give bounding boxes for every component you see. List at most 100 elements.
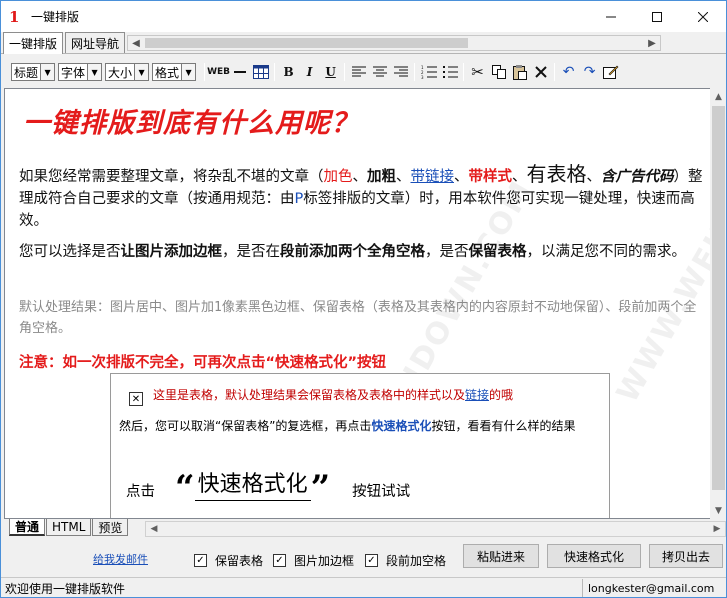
chevron-down-icon: ▼ bbox=[87, 64, 102, 80]
paste-button[interactable] bbox=[509, 62, 530, 82]
text: 、 bbox=[586, 169, 602, 185]
heading-select-value: 标题 bbox=[14, 65, 39, 80]
align-center-button[interactable] bbox=[369, 62, 390, 82]
status-message: 欢迎使用一键排版软件 bbox=[5, 581, 126, 596]
note-text: 注意：如一次排版不完全，可再次点击“快速格式化”按钮 bbox=[19, 355, 387, 371]
text: 点击 bbox=[126, 484, 155, 500]
editor-vscrollbar[interactable]: ▲ ▼ bbox=[710, 88, 726, 519]
bold-text: 让图片添加边框 bbox=[120, 244, 223, 260]
scroll-right-icon[interactable]: ▶ bbox=[709, 522, 725, 536]
tab-normal[interactable]: 普通 bbox=[9, 519, 46, 536]
toolbar-divider bbox=[204, 63, 206, 81]
paragraph-defaults: 默认处理结果：图片居中、图片加1像素黑色边框、保留表格（表格及其表格内的内容原封… bbox=[19, 300, 697, 336]
tab-one-click-format[interactable]: 一键排版 bbox=[3, 32, 64, 54]
text: 这里是表格，默认处理结果会保留表格及表格中的样式以及 bbox=[153, 388, 466, 402]
ordered-list-icon: 123 bbox=[421, 65, 437, 79]
editor-scroll-thumb[interactable] bbox=[712, 106, 725, 490]
insert-web-button[interactable]: WEB bbox=[207, 62, 231, 82]
web-icon: WEB bbox=[207, 67, 231, 77]
table-link[interactable]: 链接 bbox=[465, 388, 489, 402]
font-select[interactable]: 字体 ▼ bbox=[58, 63, 103, 81]
unordered-list-button[interactable] bbox=[439, 62, 460, 82]
copy-icon bbox=[491, 65, 506, 79]
scroll-right-icon[interactable]: ▶ bbox=[644, 38, 660, 49]
sample-table: ✕ 这里是表格，默认处理结果会保留表格及表格中的样式以及链接的哦 然后，您可以取… bbox=[110, 373, 610, 518]
italic-text: 含广告代码 bbox=[601, 168, 674, 185]
ordered-list-button[interactable]: 123 bbox=[418, 62, 439, 82]
unordered-list-icon bbox=[442, 66, 458, 78]
tab-url-nav[interactable]: 网址导航 bbox=[65, 32, 126, 53]
text: 、 bbox=[352, 169, 368, 185]
top-tab-bar: 一键排版 网址导航 ◀ ▶ bbox=[1, 32, 726, 54]
image-border-checkbox[interactable]: ✓ 图片加边框 bbox=[273, 552, 354, 569]
italic-button[interactable]: I bbox=[299, 62, 320, 82]
cut-button[interactable]: ✂ bbox=[467, 62, 488, 82]
paste-icon bbox=[512, 64, 527, 80]
paste-in-button[interactable]: 粘贴进来 bbox=[463, 544, 539, 568]
size-select[interactable]: 大小 ▼ bbox=[105, 63, 150, 81]
text: ，是否 bbox=[425, 244, 469, 260]
scroll-left-icon[interactable]: ◀ bbox=[128, 38, 144, 49]
indent-checkbox[interactable]: ✓ 段前加空格 bbox=[365, 552, 446, 569]
quick-format-button[interactable]: 快速格式化 bbox=[547, 544, 641, 568]
table-line-3: 点击 “ 快速格式化 ” 按钮试试 bbox=[126, 466, 410, 505]
underline-button[interactable]: U bbox=[320, 62, 341, 82]
scroll-left-icon[interactable]: ◀ bbox=[146, 522, 162, 536]
minimize-button[interactable] bbox=[588, 1, 634, 32]
delete-icon bbox=[534, 66, 547, 78]
editor-hscrollbar[interactable]: ◀ ▶ bbox=[145, 521, 726, 537]
table-line-2: 然后，您可以取消“保留表格”的复选框，再点击快速格式化按钮，看看有什么样的结果 bbox=[119, 418, 599, 434]
undo-button[interactable]: ↶ bbox=[558, 62, 579, 82]
chevron-down-icon: ▼ bbox=[134, 64, 149, 80]
horizontal-rule-button[interactable] bbox=[229, 62, 250, 82]
editor-area[interactable]: WWW.WEIDOWN.COM WWW.WEIDOWN.COM 一键排版到底有什… bbox=[4, 88, 711, 519]
edit-button[interactable] bbox=[600, 62, 621, 82]
scroll-up-icon[interactable]: ▲ bbox=[710, 88, 726, 105]
table-line-1: 这里是表格，默认处理结果会保留表格及表格中的样式以及链接的哦 bbox=[153, 386, 513, 403]
tab-scrollbar[interactable]: ◀ ▶ bbox=[127, 35, 661, 51]
blue-text: P bbox=[294, 191, 304, 207]
bold-icon: B bbox=[283, 65, 294, 79]
italic-icon: I bbox=[306, 65, 313, 79]
heading-select[interactable]: 标题 ▼ bbox=[11, 63, 56, 81]
bold-button[interactable]: B bbox=[278, 62, 299, 82]
maximize-button[interactable] bbox=[634, 1, 680, 32]
text: 、 bbox=[454, 169, 469, 185]
status-bar: 欢迎使用一键排版软件 longkester@gmail.com bbox=[1, 577, 726, 597]
paragraph-intro: 如果您经常需要整理文章，将杂乱不堪的文章（加色、加粗、带链接、带样式、有表格、含… bbox=[19, 163, 709, 232]
redo-icon: ↷ bbox=[583, 64, 596, 80]
link-text[interactable]: 带链接 bbox=[411, 169, 455, 185]
big-text: 有表格 bbox=[526, 162, 587, 186]
delete-button[interactable] bbox=[530, 62, 551, 82]
cut-icon: ✂ bbox=[471, 63, 484, 81]
text: ，以满足您不同的需求。 bbox=[526, 244, 687, 260]
bold-text: 加粗 bbox=[367, 169, 396, 185]
checkbox-checked-icon: ✓ bbox=[194, 554, 207, 567]
close-icon bbox=[698, 11, 708, 22]
close-button[interactable] bbox=[680, 1, 726, 32]
table-icon bbox=[252, 65, 269, 79]
svg-text:3: 3 bbox=[421, 75, 424, 79]
checkbox-label: 保留表格 bbox=[215, 554, 264, 568]
redo-button[interactable]: ↷ bbox=[579, 62, 600, 82]
tab-html[interactable]: HTML bbox=[46, 519, 92, 536]
format-select[interactable]: 格式 ▼ bbox=[152, 63, 197, 81]
align-left-button[interactable] bbox=[348, 62, 369, 82]
format-select-value: 格式 bbox=[155, 65, 180, 80]
copy-out-button[interactable]: 拷贝出去 bbox=[649, 544, 723, 568]
align-center-icon bbox=[372, 66, 387, 77]
align-right-button[interactable] bbox=[390, 62, 411, 82]
window-title: 一键排版 bbox=[31, 10, 80, 24]
tab-scroll-thumb[interactable] bbox=[145, 38, 468, 48]
scroll-down-icon[interactable]: ▼ bbox=[710, 502, 726, 519]
format-toolbar: 标题 ▼ 字体 ▼ 大小 ▼ 格式 ▼ WEB B I U 123 ✂ ↶ ↷ bbox=[1, 58, 726, 86]
chevron-down-icon: ▼ bbox=[40, 64, 55, 80]
mail-link[interactable]: 给我发邮件 bbox=[93, 551, 148, 567]
keep-table-checkbox[interactable]: ✓ 保留表格 bbox=[194, 552, 263, 569]
status-email: longkester@gmail.com bbox=[582, 578, 726, 597]
bold-text: 保留表格 bbox=[468, 244, 527, 260]
insert-table-button[interactable] bbox=[250, 62, 271, 82]
copy-button[interactable] bbox=[488, 62, 509, 82]
text: ，是否在 bbox=[222, 244, 280, 260]
tab-preview[interactable]: 预览 bbox=[92, 519, 129, 536]
